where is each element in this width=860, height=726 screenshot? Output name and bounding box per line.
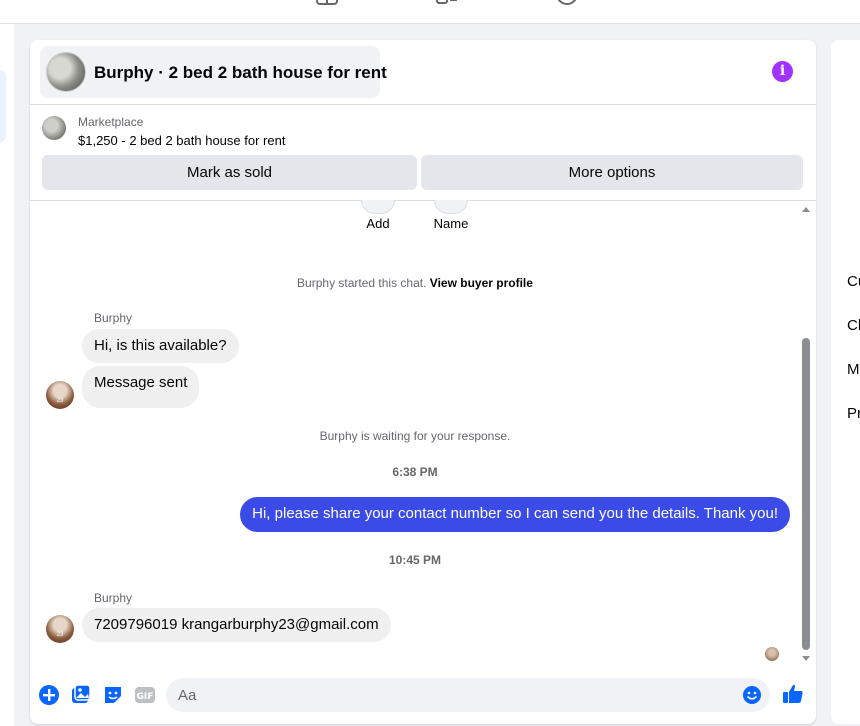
right-panel-item[interactable]: Pr [847,405,860,422]
right-details-panel: Cu Ch M Pr [831,40,860,724]
info-icon[interactable]: i [772,61,793,82]
mark-as-sold-button[interactable]: Mark as sold [42,155,417,190]
profile-nav-icon[interactable] [556,0,578,6]
incoming-message[interactable]: Hi, is this available? [82,329,239,363]
groups-nav-icon[interactable] [436,0,458,6]
left-sidebar-edge [0,24,14,726]
scrollbar-thumb[interactable] [802,338,810,650]
svg-text:GIF: GIF [137,692,154,702]
plus-icon[interactable] [38,684,60,706]
top-navigation-bar [0,0,860,24]
sender-name: Burphy [94,591,133,605]
add-quick-action[interactable]: Add [348,200,408,231]
timestamp: 10:45 PM [388,553,442,567]
header-divider [30,104,816,105]
right-panel-item[interactable]: M [847,361,860,378]
sticker-icon[interactable] [102,684,124,706]
thumbs-up-icon[interactable] [782,683,804,705]
photo-icon[interactable] [70,684,92,706]
buyer-avatar[interactable]: 23 [46,615,74,643]
add-icon [361,200,395,214]
message-input[interactable] [166,678,726,712]
message-scrollbar[interactable] [800,205,812,667]
conversation-panel: Burphy · 2 bed 2 bath house for rent i M… [30,40,816,724]
name-quick-action[interactable]: Name [421,200,481,231]
scroll-down-arrow-icon[interactable] [802,656,810,661]
listing-thumbnail[interactable] [42,116,66,140]
conversation-header[interactable]: Burphy · 2 bed 2 bath house for rent [40,46,387,98]
marketplace-nav-icon[interactable] [316,0,338,6]
listing-price[interactable]: $1,250 - 2 bed 2 bath house for rent [78,133,285,148]
buyer-avatar[interactable]: 23 [46,381,74,409]
add-label: Add [366,216,390,231]
listing-avatar [46,52,86,92]
waiting-notice: Burphy is waiting for your response. [319,429,511,443]
view-buyer-profile-link[interactable]: View buyer profile [430,276,533,290]
gif-icon[interactable]: GIF [134,684,156,706]
selected-conversation-indicator [0,70,6,142]
incoming-message[interactable]: 7209796019 krangarburphy23@gmail.com [82,608,391,642]
conversation-title: Burphy · 2 bed 2 bath house for rent [94,63,387,82]
scroll-up-arrow-icon[interactable] [802,207,810,212]
timestamp: 6:38 PM [392,465,438,479]
seen-receipt-avatar [765,647,779,661]
sender-name: Burphy [94,311,133,325]
right-panel-item[interactable]: Cu [847,273,860,290]
more-options-button[interactable]: More options [421,155,803,190]
emoji-icon[interactable] [742,685,762,705]
right-panel-item[interactable]: Ch [847,317,860,334]
outgoing-message[interactable]: Hi, please share your contact number so … [240,497,790,532]
message-input-box[interactable] [166,678,770,712]
incoming-message[interactable]: Message sent [82,366,200,408]
marketplace-label: Marketplace [78,115,144,129]
name-label: Name [433,216,469,231]
chat-started-notice: Burphy started this chat. View buyer pro… [30,276,800,290]
name-icon [434,200,468,214]
chat-started-text: Burphy started this chat. [297,276,427,290]
